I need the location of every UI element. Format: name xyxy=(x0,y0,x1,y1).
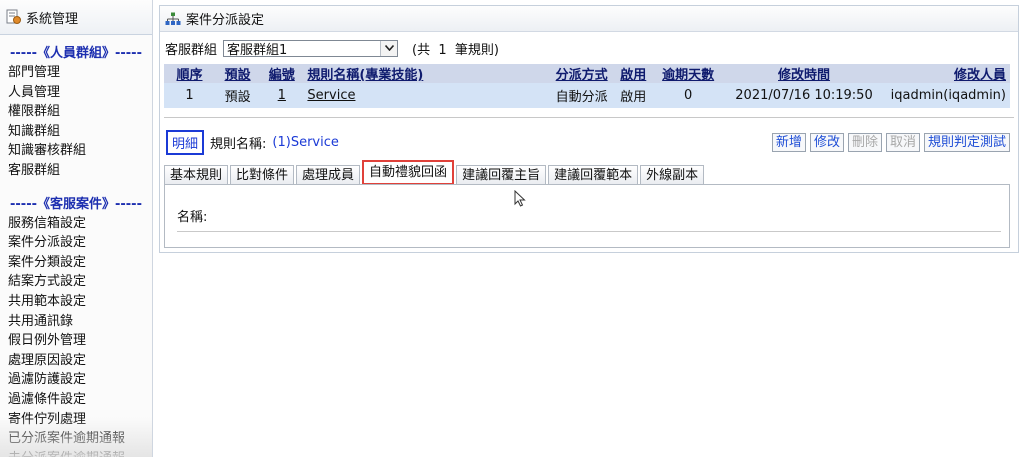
sidebar-item-holiday-exceptions[interactable]: 假日例外管理 xyxy=(0,331,152,351)
col-overdue-days[interactable]: 逾期天數 xyxy=(654,64,722,83)
sidebar-item-shared-contacts[interactable]: 共用通訊錄 xyxy=(0,312,152,332)
cell-rule-name-link[interactable]: Service xyxy=(303,83,536,108)
rule-name-value: (1)Service xyxy=(272,134,339,150)
sidebar-item-knowledge-group[interactable]: 知識群組 xyxy=(0,122,152,142)
edit-button[interactable]: 修改 xyxy=(809,133,844,152)
col-number[interactable]: 編號 xyxy=(260,64,304,83)
rule-test-button[interactable]: 規則判定測試 xyxy=(923,133,1010,152)
cell-modified-by: iqadmin(iqadmin) xyxy=(886,83,1010,108)
tab-suggested-template[interactable]: 建議回覆範本 xyxy=(548,165,639,185)
page-title: 案件分派設定 xyxy=(186,13,265,28)
sidebar-item-knowledge-review-group[interactable]: 知識審核群組 xyxy=(0,141,152,161)
detail-button[interactable]: 明細 xyxy=(166,129,205,155)
rule-count-prefix: (共 xyxy=(412,42,431,58)
system-settings-icon xyxy=(6,9,21,24)
sidebar-item-permission-group[interactable]: 權限群組 xyxy=(0,102,152,122)
sidebar-item-case-assignment[interactable]: 案件分派設定 xyxy=(0,233,152,253)
col-modified-time[interactable]: 修改時間 xyxy=(721,64,887,83)
mouse-cursor-icon xyxy=(514,190,526,207)
cell-modified-time: 2021/07/16 10:19:50 xyxy=(721,83,887,108)
sidebar-item-department[interactable]: 部門管理 xyxy=(0,63,152,83)
table-row[interactable]: 1 預設 1 Service 自動分派 啟用 0 2021/07/16 10:1… xyxy=(164,83,1010,108)
sidebar-item-assigned-overdue[interactable]: 已分派案件逾期通報 xyxy=(0,429,152,449)
add-button[interactable]: 新增 xyxy=(771,133,806,152)
tab-external-cc[interactable]: 外線副本 xyxy=(640,165,705,185)
col-modified-by[interactable]: 修改人員 xyxy=(886,64,1010,83)
sidebar-item-case-category[interactable]: 案件分類設定 xyxy=(0,253,152,273)
sidebar-item-unassigned-overdue[interactable]: 未分派案件逾期通報 xyxy=(0,449,152,457)
cell-overdue-days: 0 xyxy=(654,83,722,108)
chevron-down-icon[interactable] xyxy=(380,40,398,56)
tab-auto-courtesy-reply[interactable]: 自動禮貌回函 xyxy=(362,160,455,185)
col-assign-method[interactable]: 分派方式 xyxy=(535,64,612,83)
col-default[interactable]: 預設 xyxy=(214,64,261,83)
col-order[interactable]: 順序 xyxy=(164,64,215,83)
group-select-value: 客服群組1 xyxy=(227,42,288,58)
name-underline xyxy=(177,231,1001,232)
tab-match-conditions[interactable]: 比對條件 xyxy=(230,165,295,185)
sidebar-header: 系統管理 xyxy=(0,0,152,35)
sidebar-item-handling-reason[interactable]: 處理原因設定 xyxy=(0,351,152,371)
tab-content: 名稱: xyxy=(164,184,1010,248)
cell-order: 1 xyxy=(164,83,215,108)
rule-count-suffix: 筆規則) xyxy=(454,42,499,58)
group-selector-row: 客服群組 客服群組1 (共 1 筆規則) xyxy=(165,38,499,58)
sidebar-item-shared-template[interactable]: 共用範本設定 xyxy=(0,292,152,312)
rule-name-label: 規則名稱: xyxy=(210,136,267,152)
cell-assign-method: 自動分派 xyxy=(535,83,612,108)
cell-default: 預設 xyxy=(214,83,261,108)
rules-table: 順序 預設 編號 規則名稱(專業技能) 分派方式 啟用 逾期天數 修改時間 修改… xyxy=(164,64,1010,108)
tab-handling-members[interactable]: 處理成員 xyxy=(296,165,361,185)
cell-enabled: 啟用 xyxy=(611,83,655,108)
group-label: 客服群組 xyxy=(165,42,218,58)
group-title-cases: -----《客服案件》----- xyxy=(10,196,142,212)
sidebar-item-closing-method[interactable]: 結案方式設定 xyxy=(0,272,152,292)
sitemap-icon xyxy=(165,12,181,25)
sidebar-item-service-mailbox[interactable]: 服務信箱設定 xyxy=(0,214,152,234)
detail-row: 明細 規則名稱: (1)Service xyxy=(166,129,339,155)
table-header-row: 順序 預設 編號 規則名稱(專業技能) 分派方式 啟用 逾期天數 修改時間 修改… xyxy=(164,64,1010,83)
sidebar-item-filter-conditions[interactable]: 過濾條件設定 xyxy=(0,390,152,410)
sidebar-item-service-group[interactable]: 客服群組 xyxy=(0,161,152,181)
action-buttons: 新增 修改 刪除 取消 規則判定測試 xyxy=(771,133,1010,152)
divider xyxy=(164,117,1014,118)
main-header: 案件分派設定 xyxy=(160,6,1018,32)
sidebar-item-personnel[interactable]: 人員管理 xyxy=(0,83,152,103)
group-title-staff: -----《人員群組》----- xyxy=(10,46,142,61)
name-field-label: 名稱: xyxy=(177,210,208,225)
sidebar-item-mail-queue[interactable]: 寄件佇列處理 xyxy=(0,410,152,430)
col-rule-name[interactable]: 規則名稱(專業技能) xyxy=(303,64,536,83)
col-enabled[interactable]: 啟用 xyxy=(611,64,655,83)
tab-basic-rules[interactable]: 基本規則 xyxy=(164,165,229,185)
sidebar: 系統管理 -----《人員群組》----- 部門管理 人員管理 權限群組 知識群… xyxy=(0,0,153,457)
cell-number-link[interactable]: 1 xyxy=(260,83,304,108)
tab-bar: 基本規則 比對條件 處理成員 自動禮貌回函 建議回覆主旨 建議回覆範本 外線副本 xyxy=(164,160,706,185)
main-panel: 案件分派設定 客服群組 客服群組1 (共 1 筆規則) 順序 預設 編號 規則名… xyxy=(159,5,1019,253)
sidebar-title: 系統管理 xyxy=(26,11,79,27)
group-select[interactable]: 客服群組1 xyxy=(223,39,399,58)
cancel-button[interactable]: 取消 xyxy=(885,133,920,152)
rule-count: (共 1 筆規則) xyxy=(412,39,499,58)
tab-suggested-subject[interactable]: 建議回覆主旨 xyxy=(456,165,547,185)
sidebar-item-filter-protection[interactable]: 過濾防護設定 xyxy=(0,370,152,390)
rule-count-number: 1 xyxy=(438,42,447,58)
delete-button[interactable]: 刪除 xyxy=(847,133,882,152)
